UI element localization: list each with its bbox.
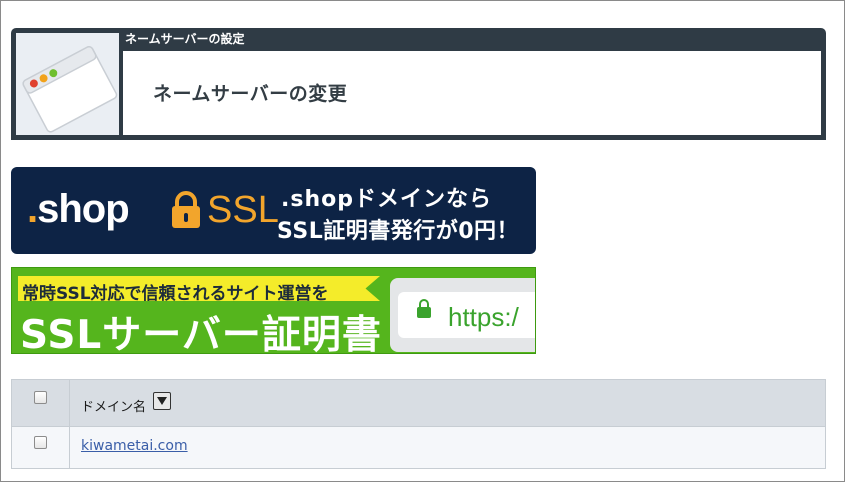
- domain-table: ドメイン名 kiwametai.com: [11, 379, 826, 469]
- select-all-cell: [12, 380, 70, 426]
- shop-banner-line1: .shopドメインなら: [281, 187, 492, 212]
- row-checkbox[interactable]: [34, 436, 47, 449]
- ssl-logo-text: SSL: [207, 189, 279, 231]
- domain-column-label: ドメイン名: [81, 400, 147, 415]
- browser-window-icon: [16, 33, 119, 135]
- settings-panel: ネームサーバーの設定 ネームサーバーの変更: [11, 28, 826, 140]
- select-all-checkbox[interactable]: [34, 391, 47, 404]
- padlock-icon: [417, 299, 431, 318]
- browser-mockup: https:/: [390, 278, 535, 352]
- shop-ssl-banner[interactable]: .shop SSL .shopドメインなら SSL証明書発行が0円！: [11, 167, 536, 254]
- shop-banner-line2: SSL証明書発行が0円！: [277, 219, 520, 244]
- page-title: ネームサーバーの変更: [153, 83, 348, 105]
- domain-column-header: ドメイン名: [70, 380, 825, 426]
- panel-caption: ネームサーバーの設定: [125, 32, 245, 46]
- table-header-row: ドメイン名: [12, 380, 825, 426]
- domain-link[interactable]: kiwametai.com: [81, 438, 188, 454]
- panel-body: ネームサーバーの変更: [123, 51, 821, 135]
- domain-cell: kiwametai.com: [70, 427, 825, 468]
- table-row: kiwametai.com: [12, 426, 825, 468]
- row-check-cell: [12, 427, 70, 468]
- ssl-certificate-banner[interactable]: 常時SSL対応で信頼されるサイト運営を SSLサーバー証明書 https:/: [11, 267, 536, 354]
- ssl-banner-tagline: 常時SSL対応で信頼されるサイト運営を: [22, 284, 329, 304]
- sort-down-icon[interactable]: [153, 392, 171, 410]
- shop-logo: .shop: [27, 187, 130, 231]
- ssl-banner-headline: SSLサーバー証明書: [20, 313, 382, 354]
- https-url-text: https:/: [448, 302, 519, 332]
- lock-icon: [172, 191, 200, 228]
